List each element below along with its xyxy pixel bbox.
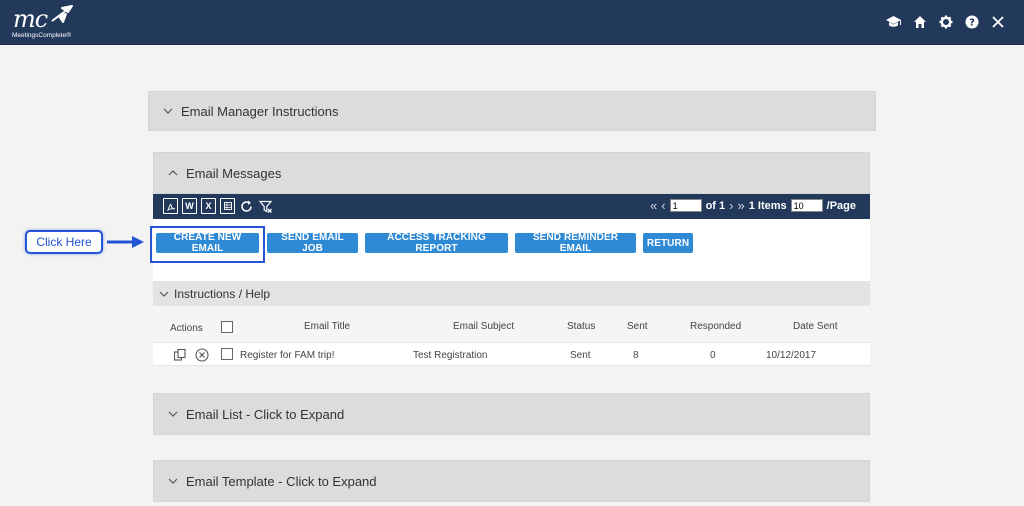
page-count-label: of 1 (705, 199, 726, 212)
responded-count: 0 (710, 350, 716, 361)
instructions-help-bar[interactable]: Instructions / Help (153, 281, 870, 306)
access-tracking-report-button[interactable]: ACCESS TRACKING REPORT (365, 232, 508, 254)
chevron-up-icon (168, 168, 178, 178)
airplane-icon (51, 5, 73, 23)
home-icon[interactable] (911, 13, 928, 30)
highlight-box (150, 226, 265, 263)
header-date-sent[interactable]: Date Sent (793, 321, 837, 332)
panel-email-manager-instructions[interactable]: Email Manager Instructions (148, 91, 876, 131)
next-page-icon[interactable]: › (729, 198, 733, 213)
clear-filter-icon[interactable] (258, 198, 273, 214)
sent-count: 8 (633, 350, 639, 361)
help-title: Instructions / Help (174, 286, 271, 301)
word-icon[interactable]: W (182, 198, 197, 214)
delete-icon[interactable] (195, 348, 209, 367)
panel-email-messages[interactable]: Email Messages (153, 152, 870, 194)
click-here-callout: Click Here (25, 230, 103, 254)
header-responded[interactable]: Responded (690, 321, 741, 332)
row-checkbox[interactable] (221, 348, 233, 360)
chevron-down-icon (163, 106, 173, 116)
per-page-label: /Page (826, 199, 856, 212)
logo-text: mc (13, 5, 48, 33)
header-email-subject[interactable]: Email Subject (453, 321, 514, 332)
logo[interactable]: mc MeetingsComplete® (10, 3, 80, 41)
previous-page-icon[interactable]: ‹ (661, 198, 665, 213)
page-number-input[interactable] (669, 199, 702, 212)
panel-title: Email Template - Click to Expand (186, 473, 377, 489)
panel-title: Email Manager Instructions (181, 103, 339, 119)
panel-email-template[interactable]: Email Template - Click to Expand (153, 460, 870, 502)
svg-text:?: ? (969, 17, 975, 28)
email-subject: Test Registration (413, 350, 488, 361)
csv-icon[interactable] (220, 198, 235, 214)
grid-toolbar: W X « ‹ of 1 › » 1 Items /Page (153, 194, 870, 219)
refresh-icon[interactable] (239, 198, 254, 214)
panel-email-list[interactable]: Email List - Click to Expand (153, 393, 870, 435)
email-title[interactable]: Register for FAM trip! (240, 350, 334, 361)
top-bar-actions: ? (885, 13, 1006, 30)
last-page-icon[interactable]: » (737, 198, 744, 213)
copy-icon[interactable] (173, 348, 187, 367)
table-row: Register for FAM trip! Test Registration… (153, 342, 870, 366)
header-email-title[interactable]: Email Title (304, 321, 350, 332)
chevron-down-icon (159, 289, 169, 299)
help-icon[interactable]: ? (963, 13, 980, 30)
graduation-cap-icon[interactable] (885, 13, 902, 30)
excel-icon[interactable]: X (201, 198, 216, 214)
email-messages-grid: Actions Email Title Email Subject Status… (153, 306, 870, 366)
pdf-icon[interactable] (163, 198, 178, 214)
return-button[interactable]: RETURN (643, 233, 693, 253)
header-actions: Actions (170, 323, 203, 334)
date-sent: 10/12/2017 (766, 350, 817, 361)
page-size-input[interactable] (790, 199, 823, 212)
chevron-down-icon (168, 409, 178, 419)
first-page-icon[interactable]: « (650, 198, 657, 213)
select-all-checkbox[interactable] (221, 321, 233, 333)
status: Sent (570, 350, 591, 361)
arrow-right-icon (107, 236, 144, 248)
gear-icon[interactable] (937, 13, 954, 30)
chevron-down-icon (168, 476, 178, 486)
logo-subtitle: MeetingsComplete® (12, 32, 71, 39)
export-icons: W X (163, 198, 273, 214)
items-count-label: 1 Items (748, 199, 787, 212)
send-email-job-button[interactable]: SEND EMAIL JOB (267, 232, 358, 254)
send-reminder-email-button[interactable]: SEND REMINDER EMAIL (515, 232, 636, 254)
close-icon[interactable] (989, 13, 1006, 30)
pager: « ‹ of 1 › » 1 Items /Page (650, 198, 856, 213)
header-status[interactable]: Status (567, 321, 595, 332)
top-bar: mc MeetingsComplete® ? (0, 0, 1024, 45)
panel-title: Email Messages (186, 165, 282, 181)
panel-title: Email List - Click to Expand (186, 406, 345, 422)
header-sent[interactable]: Sent (627, 321, 648, 332)
